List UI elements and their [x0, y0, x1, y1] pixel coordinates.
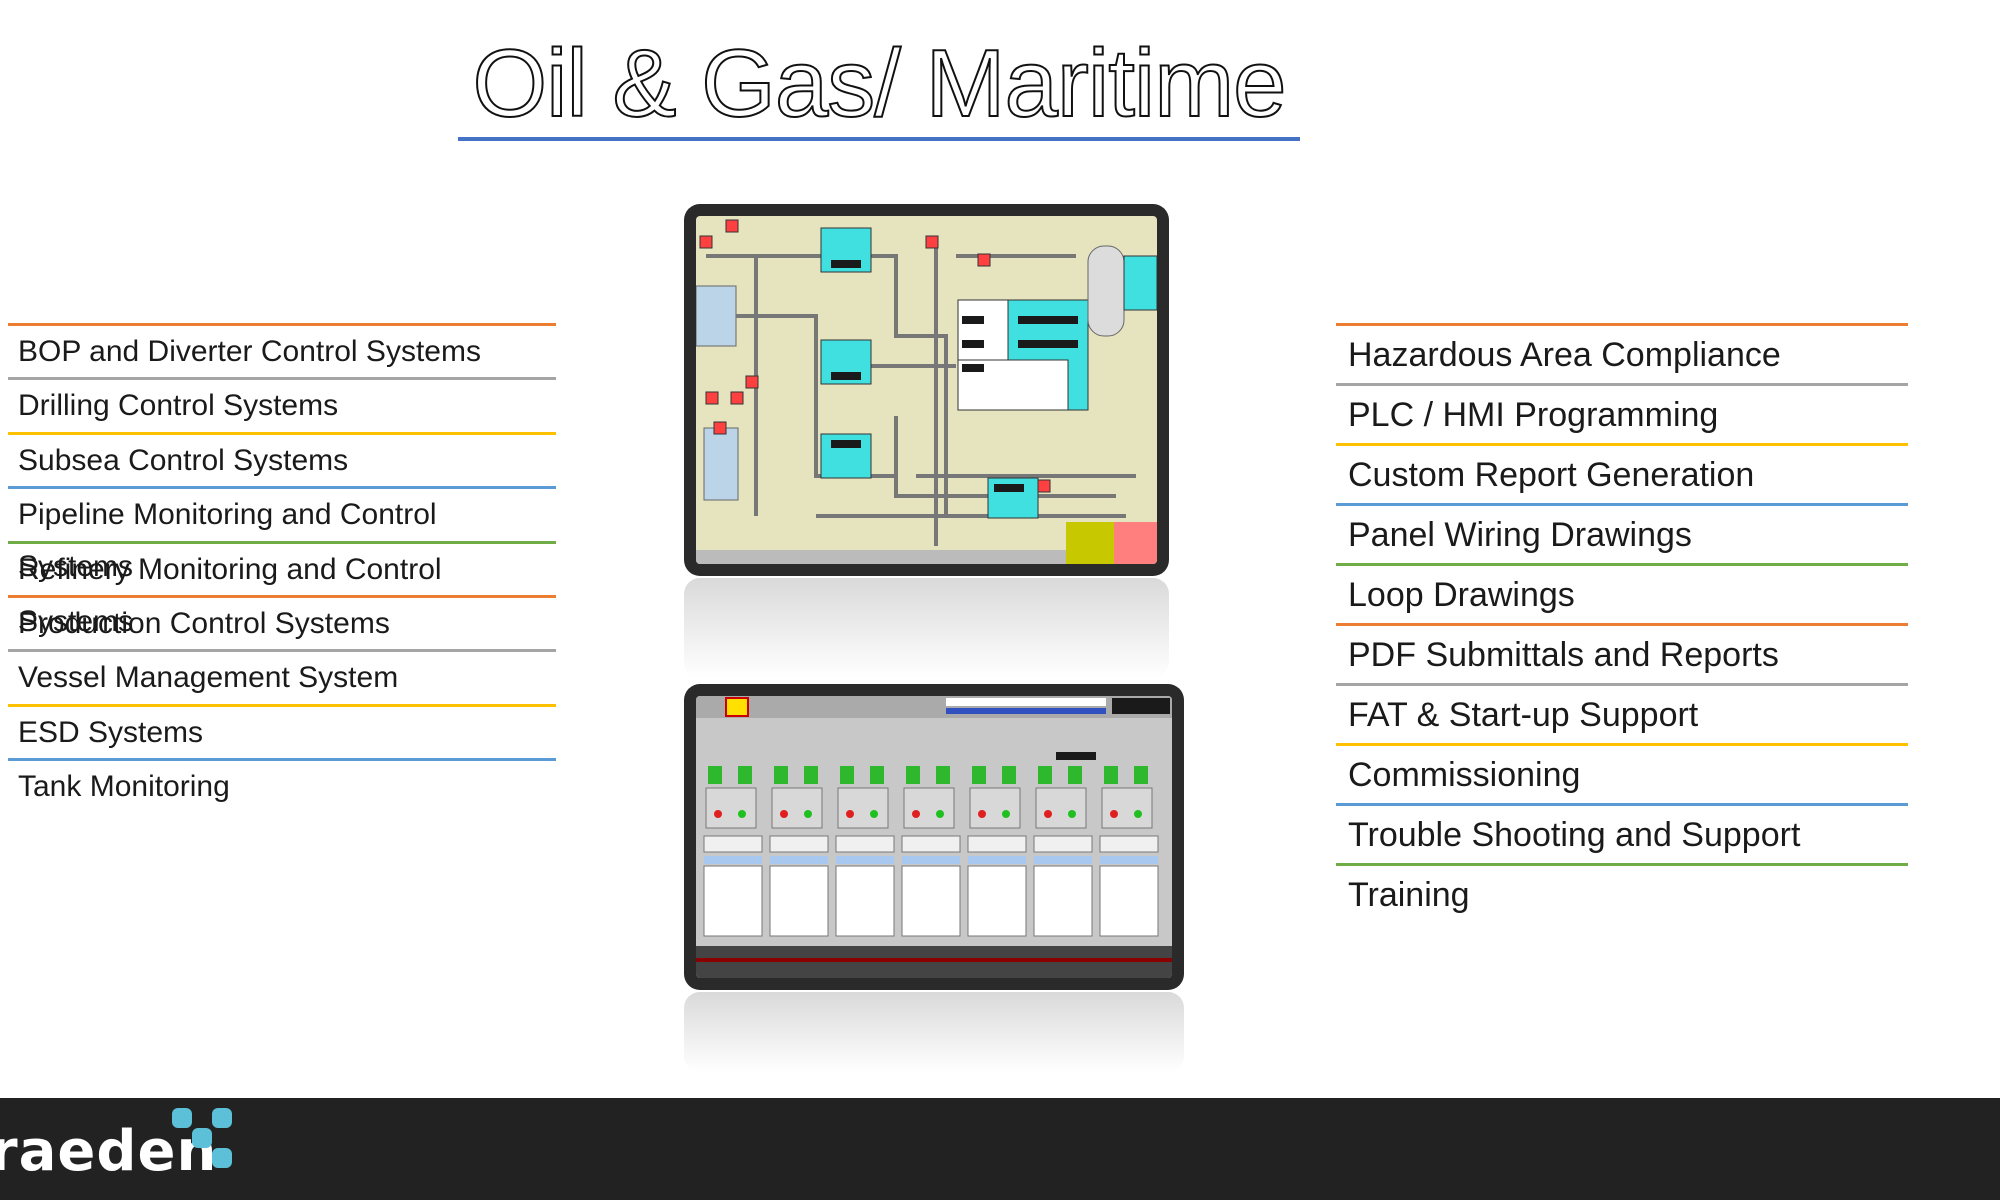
page-title: Oil & Gas/ Maritime [471, 29, 1287, 138]
company-logo-mark-icon [172, 1108, 232, 1168]
list-item: FAT & Start-up Support [1336, 683, 1908, 743]
list-item: Hazardous Area Compliance [1336, 323, 1908, 383]
list-item: Commissioning [1336, 743, 1908, 803]
services-list: Hazardous Area Compliance PLC / HMI Progr… [1336, 323, 1908, 927]
title-underline [458, 137, 1300, 141]
list-item: Trouble Shooting and Support [1336, 803, 1908, 863]
tablet-reflection-2 [684, 992, 1184, 1072]
list-item: ESD Systems [8, 703, 556, 758]
list-item: Pipeline Monitoring and Control Systems [8, 486, 556, 583]
list-item: Tank Monitoring [8, 758, 556, 812]
footer-bar [0, 1098, 2000, 1200]
page-title-wrap: Oil & Gas/ Maritime [458, 28, 1300, 140]
hmi-tablet-process [684, 204, 1169, 576]
list-item: PLC / HMI Programming [1336, 383, 1908, 443]
tablet-reflection-1 [684, 578, 1169, 678]
loading-station-hmi-graphic [696, 696, 1172, 978]
list-item: Refinery Monitoring and Control Systems [8, 540, 556, 638]
list-item: PDF Submittals and Reports [1336, 623, 1908, 683]
list-item: Loop Drawings [1336, 563, 1908, 623]
list-item: BOP and Diverter Control Systems [8, 323, 556, 377]
list-item: Panel Wiring Drawings [1336, 503, 1908, 563]
list-bottom-spacer [8, 813, 556, 817]
list-item: Vessel Management System [8, 649, 556, 703]
list-bottom-spacer [1336, 923, 1908, 927]
list-item: Custom Report Generation [1336, 443, 1908, 503]
loading-station-hmi-screenshot [696, 696, 1172, 978]
list-item: Production Control Systems [8, 594, 556, 649]
process-hmi-screenshot [696, 216, 1157, 564]
capabilities-list: BOP and Diverter Control Systems Drilling… [8, 323, 556, 817]
process-hmi-graphic [696, 216, 1157, 564]
hmi-tablet-loading [684, 684, 1184, 990]
list-item: Training [1336, 863, 1908, 923]
list-item: Drilling Control Systems [8, 377, 556, 431]
list-item: Subsea Control Systems [8, 431, 556, 486]
